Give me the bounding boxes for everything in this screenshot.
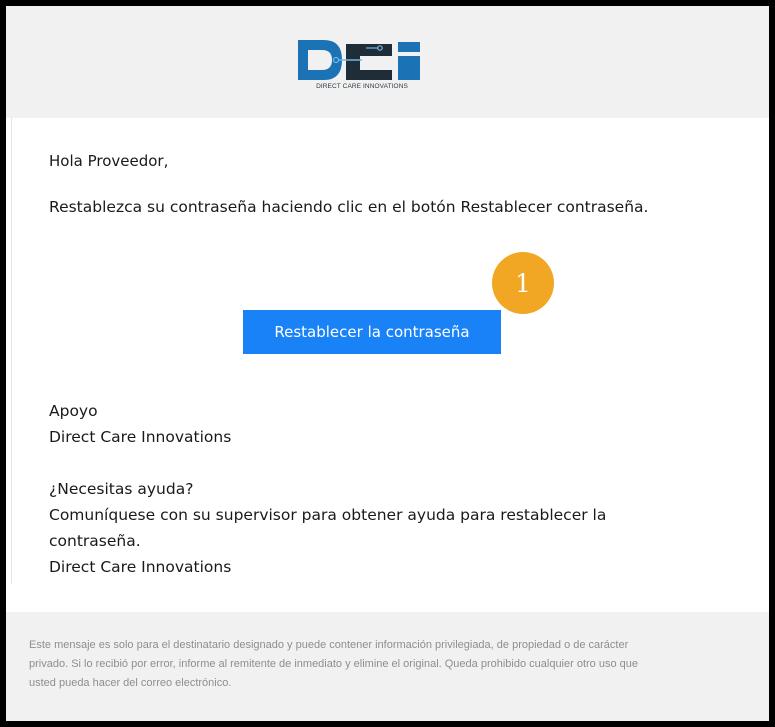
callout-badge: 1 [492, 252, 554, 314]
disclaimer-line1: Este mensaje es solo para el destinatari… [29, 639, 629, 651]
logo-caption: DIRECT CARE INNOVATIONS [316, 83, 408, 90]
help-text-line2: contraseña. [49, 532, 141, 550]
help-text-line1: Comuníquese con su supervisor para obten… [49, 506, 607, 524]
email-footer: Este mensaje es solo para el destinatari… [6, 612, 769, 721]
disclaimer-line3: usted pueda hacer del correo electrónico… [29, 677, 232, 689]
greeting-text: Hola Proveedor, [49, 152, 169, 170]
email-header: DIRECT CARE INNOVATIONS [6, 6, 769, 118]
help-signature: Direct Care Innovations [49, 558, 232, 576]
signature-line1: Apoyo [49, 402, 98, 420]
signature-line2: Direct Care Innovations [49, 428, 232, 446]
reset-password-button[interactable]: Restablecer la contraseña [243, 310, 501, 354]
disclaimer-text: Este mensaje es solo para el destinatari… [29, 636, 759, 693]
content-divider [11, 118, 12, 584]
instruction-text: Restablezca su contraseña haciendo clic … [49, 198, 649, 216]
email-frame: DIRECT CARE INNOVATIONS Hola Proveedor, … [0, 0, 775, 727]
help-heading: ¿Necesitas ayuda? [49, 480, 194, 498]
disclaimer-line2: privado. Si lo recibió por error, inform… [29, 658, 638, 670]
